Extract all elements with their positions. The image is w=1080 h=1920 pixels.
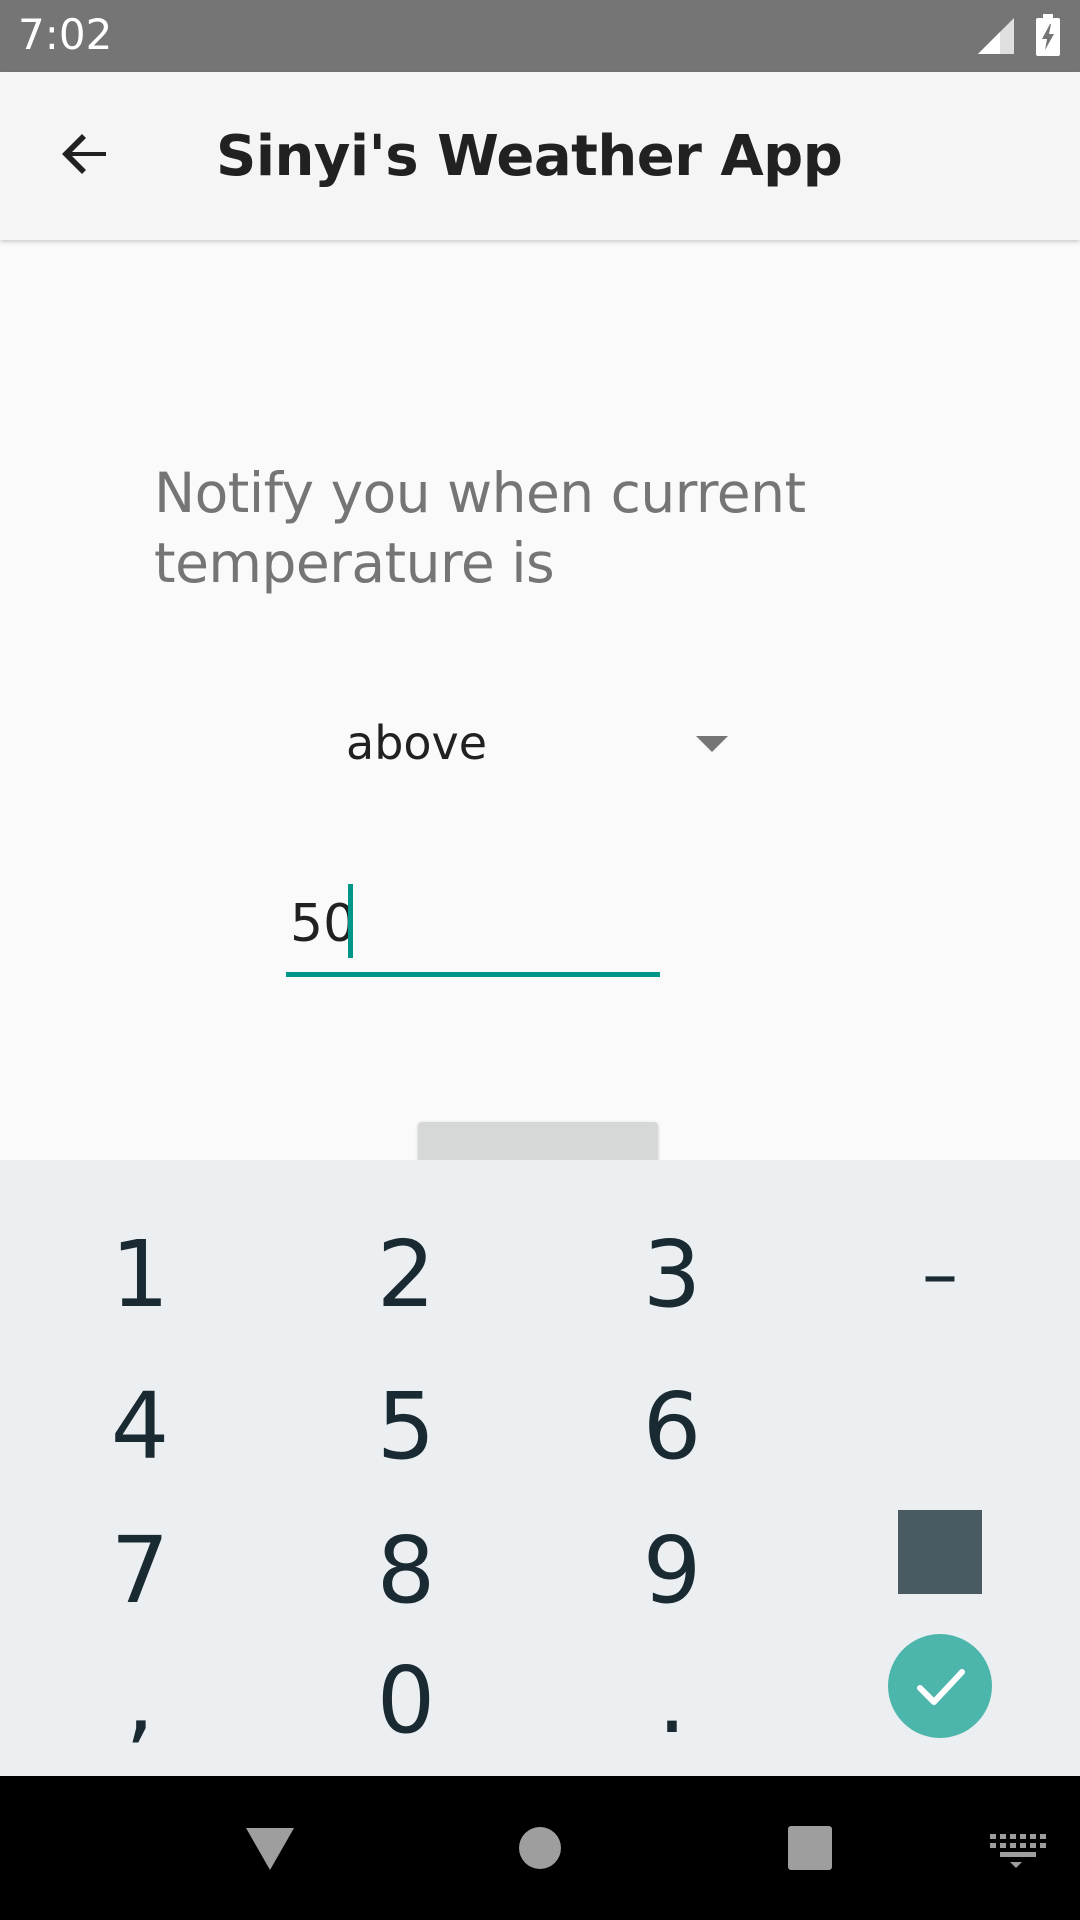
key-3[interactable]: 3 (562, 1204, 782, 1344)
condition-select[interactable]: above (300, 700, 740, 790)
key-8[interactable]: 8 (296, 1500, 516, 1640)
key-comma[interactable]: , (30, 1630, 250, 1770)
notify-prompt: Notify you when current temperature is (154, 461, 806, 595)
status-bar: 7:02 (0, 0, 1080, 72)
partially-hidden-button[interactable] (418, 1122, 658, 1162)
nav-recents-button[interactable] (774, 1812, 846, 1884)
screen: 7:02 Sinyi's Weather App Notify you when… (0, 0, 1080, 1920)
key-1[interactable]: 1 (30, 1204, 250, 1344)
key-period[interactable]: . (562, 1630, 782, 1770)
nav-back-button[interactable] (234, 1812, 306, 1884)
condition-select-value: above (346, 716, 488, 770)
nav-back-icon (246, 1828, 294, 1870)
nav-recents-icon (788, 1826, 832, 1870)
status-time: 7:02 (18, 10, 113, 59)
key-0[interactable]: 0 (296, 1630, 516, 1770)
text-cursor (348, 884, 353, 958)
done-button[interactable] (888, 1634, 992, 1738)
key-4[interactable]: 4 (30, 1356, 250, 1496)
check-icon (917, 1669, 965, 1705)
dropdown-arrow-icon (696, 736, 728, 752)
key-5[interactable]: 5 (296, 1356, 516, 1496)
numeric-keyboard: 1 2 3 – 4 5 6 7 8 9 , 0 . (0, 1160, 1080, 1776)
key-minus[interactable]: – (830, 1204, 1050, 1344)
signal-icon (978, 18, 1014, 54)
keyboard-switch-button[interactable] (976, 1812, 1056, 1884)
keyboard-switch-icon (990, 1834, 1046, 1868)
page-title: Sinyi's Weather App (216, 124, 843, 189)
temperature-input-value: 50 (290, 894, 357, 954)
system-nav-bar (0, 1776, 1080, 1920)
temperature-input[interactable]: 50 (286, 880, 660, 980)
nav-home-button[interactable] (504, 1812, 576, 1884)
key-7[interactable]: 7 (30, 1500, 250, 1640)
nav-home-icon (519, 1827, 561, 1869)
arrow-back-icon (62, 134, 106, 174)
key-9[interactable]: 9 (562, 1500, 782, 1640)
backspace-key[interactable] (898, 1510, 982, 1594)
battery-charging-icon (1036, 14, 1060, 56)
key-2[interactable]: 2 (296, 1204, 516, 1344)
back-button[interactable] (44, 112, 128, 196)
key-6[interactable]: 6 (562, 1356, 782, 1496)
app-toolbar: Sinyi's Weather App (0, 72, 1080, 240)
input-underline (286, 972, 660, 977)
